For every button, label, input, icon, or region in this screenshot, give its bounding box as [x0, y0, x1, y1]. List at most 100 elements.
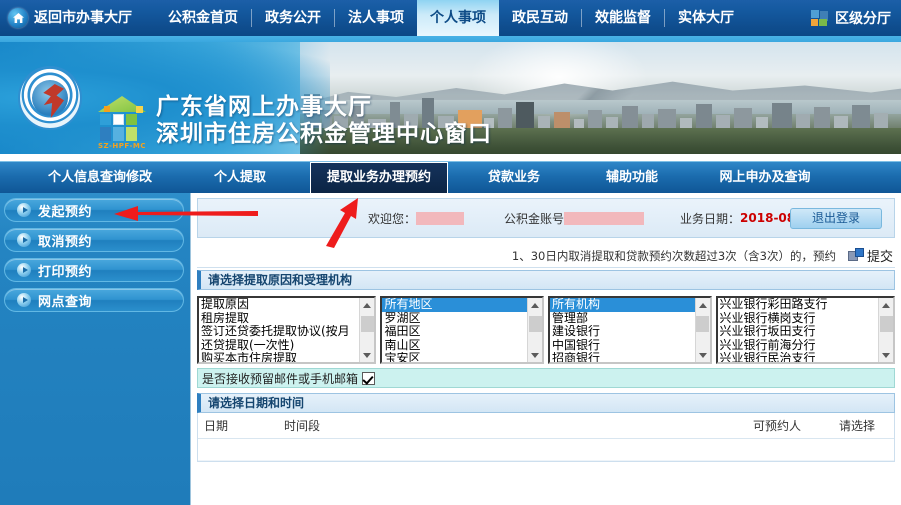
nav-item-physical-hall[interactable]: 实体大厅	[665, 0, 747, 36]
list-item[interactable]: 兴业银行坂田支行	[718, 325, 878, 339]
notice-row: 1、30日内取消提取和贷款预约次数超过3次（含3次）的，预约 提交	[197, 244, 895, 268]
scroll-down-icon[interactable]	[360, 348, 374, 362]
sidebar-item-cancel-appointment[interactable]: 取消预约	[4, 228, 184, 252]
nav-item-citizen-interaction[interactable]: 政民互动	[499, 0, 581, 36]
scroll-up-icon[interactable]	[528, 298, 543, 312]
banner-title-block: 广东省网上办事大厅 深圳市住房公积金管理中心窗口	[156, 94, 492, 148]
list-item[interactable]: 兴业银行彩田路支行	[718, 298, 878, 312]
notify-option-label: 是否接收预留邮件或手机邮箱	[202, 371, 359, 386]
list-item[interactable]: 南山区	[382, 339, 527, 353]
scroll-thumb[interactable]	[696, 316, 710, 332]
scrollbar[interactable]	[878, 298, 893, 362]
scroll-thumb[interactable]	[360, 316, 374, 332]
list-item[interactable]: 兴业银行民治支行	[718, 352, 878, 362]
list-item[interactable]: 还贷提取(一次性)	[199, 339, 359, 353]
scroll-up-icon[interactable]	[695, 298, 710, 312]
scrollbar[interactable]	[359, 298, 375, 362]
sidebar-item-branch-query[interactable]: 网点查询	[4, 288, 184, 312]
nav-item-personal-affairs[interactable]: 个人事项	[417, 0, 499, 36]
page-root: 返回市办事大厅 公积金首页 政务公开 法人事项 个人事项 政民互动 效能监督 实…	[0, 0, 901, 505]
scrollbar[interactable]	[527, 298, 542, 362]
notice-text: 1、30日内取消提取和贷款预约次数超过3次（含3次）的，预约	[511, 248, 836, 263]
tab-personal-info-query[interactable]: 个人信息查询修改	[30, 162, 170, 194]
list-item[interactable]: 兴业银行前海分行	[718, 339, 878, 353]
notify-option-row: 是否接收预留邮件或手机邮箱	[197, 368, 895, 388]
list-item[interactable]: 招商银行	[550, 352, 695, 362]
chevron-right-icon	[17, 263, 31, 277]
submit-button[interactable]: 提交	[847, 246, 895, 265]
sidebar-item-label: 发起预约	[38, 204, 93, 220]
district-listbox[interactable]: 所有地区 罗湖区 福田区 南山区 宝安区 龙岗区	[380, 296, 544, 364]
district-branch-label: 区级分厅	[835, 11, 891, 27]
scroll-thumb[interactable]	[528, 316, 542, 332]
scroll-up-icon[interactable]	[360, 298, 374, 312]
greeting-label: 欢迎您：	[368, 211, 417, 226]
chevron-right-icon	[17, 203, 31, 217]
list-item[interactable]: 兴业银行横岗支行	[718, 312, 878, 326]
list-item[interactable]: 建设银行	[550, 325, 695, 339]
list-item[interactable]: 提取原因	[199, 298, 359, 312]
save-submit-icon	[847, 248, 865, 263]
table-header-row: 日期 时间段 可预约人 请选择	[198, 413, 894, 439]
scroll-down-icon[interactable]	[695, 348, 710, 362]
nav-item-efficiency-supervision[interactable]: 效能监督	[582, 0, 664, 36]
sidebar-item-label: 网点查询	[38, 294, 93, 310]
district-branch-button[interactable]: 区级分厅	[811, 0, 891, 36]
column-header-available: 可预约人	[734, 413, 820, 439]
column-header-timeslot: 时间段	[278, 413, 734, 439]
list-item[interactable]: 罗湖区	[382, 312, 527, 326]
list-item[interactable]: 所有机构	[550, 298, 695, 312]
scrollbar[interactable]	[694, 298, 710, 362]
list-item[interactable]: 所有地区	[382, 298, 527, 312]
return-to-city-hall-button[interactable]: 返回市办事大厅	[0, 0, 155, 36]
scroll-down-icon[interactable]	[528, 348, 543, 362]
list-item[interactable]: 宝安区	[382, 352, 527, 362]
welcome-bar: 欢迎您： 公积金账号 业务日期： 2018-08-16 退出登录	[197, 198, 895, 238]
logout-button[interactable]: 退出登录	[790, 208, 882, 229]
list-item[interactable]: 福田区	[382, 325, 527, 339]
list-item[interactable]: 管理部	[550, 312, 695, 326]
branch-options: 兴业银行彩田路支行 兴业银行横岗支行 兴业银行坂田支行 兴业银行前海分行 兴业银…	[718, 298, 878, 362]
nav-item-legal-person[interactable]: 法人事项	[335, 0, 417, 36]
tab-loan-business[interactable]: 贷款业务	[468, 162, 560, 194]
greeting-block: 欢迎您：	[368, 210, 465, 227]
official-seal-icon	[18, 66, 82, 130]
district-options: 所有地区 罗湖区 福田区 南山区 宝安区 龙岗区	[382, 298, 527, 362]
home-icon	[8, 8, 28, 28]
list-item[interactable]: 购买本市住房提取	[199, 352, 359, 362]
sidebar-item-initiate-appointment[interactable]: 发起预约	[4, 198, 184, 222]
nav-item-label-0: 返回市办事大厅	[34, 10, 132, 26]
top-navigation-bar: 返回市办事大厅 公积金首页 政务公开 法人事项 个人事项 政民互动 效能监督 实…	[0, 0, 901, 36]
account-value-redacted	[564, 211, 645, 225]
tab-personal-withdrawal[interactable]: 个人提取	[194, 162, 286, 194]
list-item[interactable]: 中国银行	[550, 339, 695, 353]
selection-lists-row: 提取原因 租房提取 签订还贷委托提取协议(按月 还贷提取(一次性) 购买本市住房…	[197, 296, 895, 364]
datetime-section-title: 请选择日期和时间	[197, 393, 895, 413]
tab-auxiliary-functions[interactable]: 辅助功能	[586, 162, 678, 194]
scroll-thumb[interactable]	[879, 316, 893, 332]
house-logo-subtext: SZ-HPF-MC	[98, 142, 146, 150]
business-date-label: 业务日期：	[680, 211, 741, 226]
list-item[interactable]: 签订还贷委托提取协议(按月	[199, 325, 359, 339]
left-sidebar: 发起预约 取消预约 打印预约 网点查询	[0, 193, 190, 505]
institution-options: 所有机构 管理部 建设银行 中国银行 招商银行 工商银行	[550, 298, 695, 362]
sidebar-item-print-appointment[interactable]: 打印预约	[4, 258, 184, 282]
account-label: 公积金账号	[504, 211, 565, 226]
institution-listbox[interactable]: 所有机构 管理部 建设银行 中国银行 招商银行 工商银行	[548, 296, 712, 364]
branch-listbox[interactable]: 兴业银行彩田路支行 兴业银行横岗支行 兴业银行坂田支行 兴业银行前海分行 兴业银…	[715, 296, 895, 364]
scroll-down-icon[interactable]	[879, 348, 893, 362]
appointment-slots-table: 日期 时间段 可预约人 请选择	[197, 413, 895, 462]
notify-option-checkbox[interactable]	[362, 371, 376, 385]
nav-item-government-affairs[interactable]: 政务公开	[252, 0, 334, 36]
site-banner: SZ-HPF-MC 广东省网上办事大厅 深圳市住房公积金管理中心窗口	[0, 42, 901, 154]
tab-withdrawal-appointment[interactable]: 提取业务办理预约	[310, 162, 448, 194]
list-item[interactable]: 租房提取	[199, 312, 359, 326]
nav-item-gjj-home[interactable]: 公积金首页	[155, 0, 251, 36]
scroll-up-icon[interactable]	[879, 298, 893, 312]
banner-title-line1: 广东省网上办事大厅	[156, 94, 372, 120]
tab-online-application-query[interactable]: 网上申办及查询	[700, 162, 830, 194]
house-logo-icon	[96, 96, 148, 144]
sidebar-item-label: 打印预约	[38, 264, 93, 280]
grid-blocks-icon	[811, 10, 829, 26]
withdrawal-reason-listbox[interactable]: 提取原因 租房提取 签订还贷委托提取协议(按月 还贷提取(一次性) 购买本市住房…	[197, 296, 377, 364]
